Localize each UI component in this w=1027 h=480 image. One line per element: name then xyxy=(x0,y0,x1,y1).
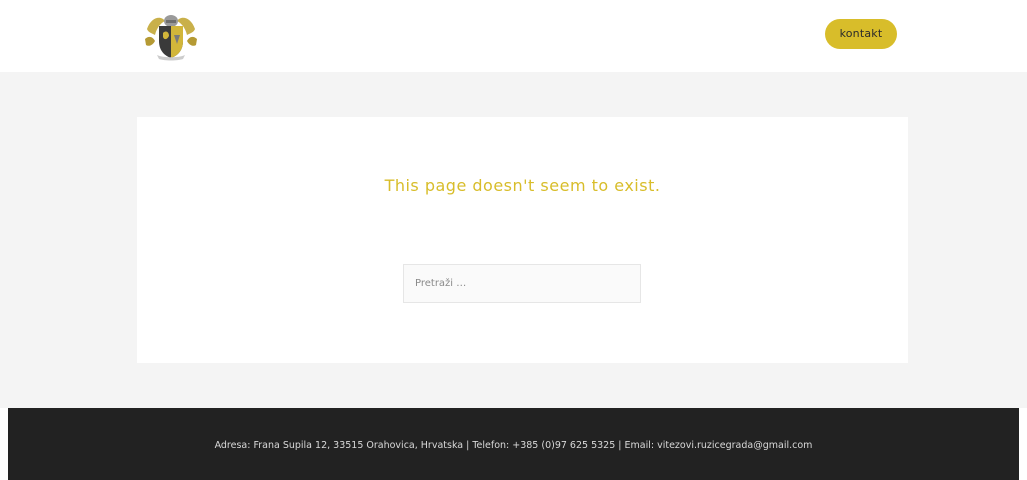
search-input[interactable] xyxy=(403,264,641,303)
contact-button[interactable]: kontakt xyxy=(825,19,897,49)
error-title: This page doesn't seem to exist. xyxy=(384,176,661,195)
footer-edge-left xyxy=(0,408,8,480)
coat-of-arms-logo-icon[interactable] xyxy=(143,11,199,61)
site-footer: Adresa: Frana Supila 12, 33515 Orahovica… xyxy=(8,408,1019,480)
footer-contact-info: Adresa: Frana Supila 12, 33515 Orahovica… xyxy=(214,440,813,451)
footer-edge-right xyxy=(1019,408,1027,480)
site-header: kontakt xyxy=(0,0,1027,72)
main-content: This page doesn't seem to exist. xyxy=(0,72,1027,408)
error-card: This page doesn't seem to exist. xyxy=(137,117,908,363)
